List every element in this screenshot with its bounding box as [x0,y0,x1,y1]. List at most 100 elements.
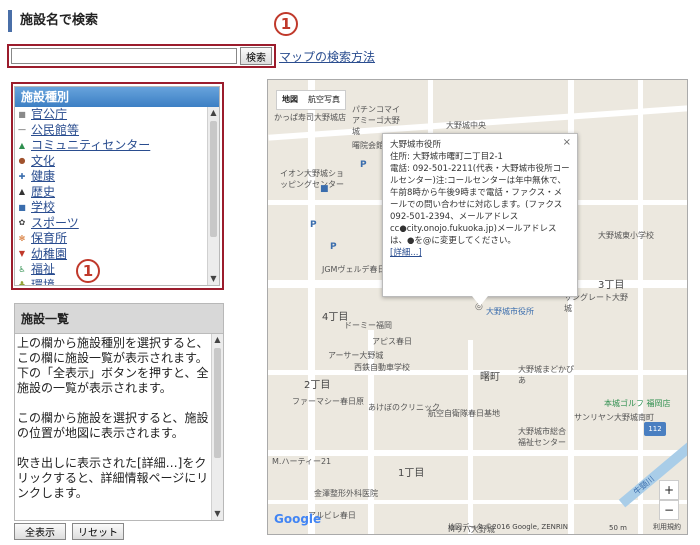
facility-type-item[interactable]: — 公民館等 [15,123,208,139]
facility-type-link[interactable]: 健康 [31,169,55,183]
facility-list-scrollbar[interactable]: ▲ ▼ [211,334,223,520]
map-label: M.ハーティー21 [272,457,332,466]
list-instruction-1: 上の欄から施設種別を選択すると、この欄に施設一覧が表示されます。下の「全表示」ボ… [17,336,209,395]
map-label: 大野城東小学校 [598,231,654,240]
health-icon: ✚ [18,171,26,181]
map-label: 西鉄自動車学校 [354,363,410,372]
map-type-satellite[interactable]: 航空写真 [303,91,345,109]
map-label: ファーマシー春日原 [292,397,364,406]
scrollbar-thumb[interactable] [210,121,217,237]
info-window: × 大野城市役所 住所: 大野城市曙町二丁目2-1 電話: 092-501-22… [382,133,578,297]
map-road [638,80,643,534]
facility-type-item[interactable]: ✻ 保育所 [15,231,208,247]
map-label: アーサー大野城 [328,351,384,360]
facility-type-link[interactable]: 学校 [31,200,55,214]
facility-type-item[interactable]: ✚ 健康 [15,169,208,185]
school-icon: ■ [18,202,26,212]
history-icon: ▲ [18,187,26,196]
welfare-icon: ♿ [18,264,26,274]
parking-icon: P [310,220,317,230]
facility-type-item[interactable]: ✿ スポーツ [15,216,208,232]
river-label: 牛頸川 [631,474,657,497]
map-label: かっぱ寿司大野城店 [274,113,346,122]
building-icon: ■ [18,109,26,119]
map-label: 2丁目 [304,380,331,391]
facility-type-item[interactable]: ▲ コミュニティセンター [15,138,208,154]
search-input[interactable] [11,48,237,64]
zoom-in-button[interactable]: + [659,480,679,500]
zoom-out-button[interactable]: − [659,500,679,520]
facility-type-item[interactable]: ▼ 幼稚園 [15,247,208,263]
facility-type-link[interactable]: スポーツ [31,216,79,230]
map-scale: 50 m [609,524,627,532]
environment-icon: ♣ [18,280,26,285]
info-window-detail-link[interactable]: [詳細...] [390,248,422,258]
facility-type-link[interactable]: 官公庁 [31,107,67,121]
google-logo: Google [274,512,321,526]
map-label: 大野城市役所 [486,307,534,316]
nursery-icon: ✻ [18,233,26,243]
map-label: アピス春日 [372,337,412,346]
facility-type-link[interactable]: 幼稚園 [31,247,67,261]
scroll-down-icon[interactable]: ▼ [208,273,219,285]
facility-list-heading: 施設一覧 [15,304,223,334]
parking-icon: P [330,242,337,252]
map-label: イオン大野城ショッピングセンター [280,169,344,189]
facility-type-panel: 施設種別 ■ 官公庁 — 公民館等 ▲ コミュニティセンター ● 文化 ✚ 健康 ▲ 歴史 ■ 学校 ✿ スポ… [14,86,220,286]
facility-type-link[interactable]: 文化 [31,154,55,168]
scroll-up-icon[interactable]: ▲ [208,107,219,119]
scrollbar-thumb[interactable] [214,348,221,458]
parking-icon: P [360,160,367,170]
map-label: 曙院会館 [352,141,384,150]
map-type-control[interactable]: 地図 航空写真 [276,90,346,110]
facility-type-item[interactable]: ■ 官公庁 [15,107,208,123]
show-all-button[interactable]: 全表示 [14,523,66,540]
facility-type-scrollbar[interactable]: ▲ ▼ [207,107,219,285]
facility-type-item[interactable]: ● 文化 [15,154,208,170]
scroll-up-icon[interactable]: ▲ [212,334,223,346]
facility-type-link[interactable]: 歴史 [31,185,55,199]
terms-link[interactable]: 利用規約 [653,522,681,532]
list-instruction-2: この欄から施設を選択すると、施設の位置が地図に表示されます。 [17,411,209,440]
facility-list-panel: 施設一覧 上の欄から施設種別を選択すると、この欄に施設一覧が表示されます。下の「… [14,303,224,521]
map-label: ドーミー福岡 [344,321,392,330]
sports-icon: ✿ [18,218,26,227]
callout-number-types: 1 [76,259,100,283]
facility-type-item[interactable]: ■ 学校 [15,200,208,216]
facility-type-link[interactable]: 公民館等 [31,123,79,137]
facility-type-link[interactable]: 保育所 [31,231,67,245]
facility-type-item[interactable]: ♣ 環境 [15,278,208,286]
facility-list-body[interactable]: 上の欄から施設種別を選択すると、この欄に施設一覧が表示されます。下の「全表示」ボ… [15,334,211,520]
search-button[interactable]: 検索 [240,47,272,65]
map-label: JGMヴェルデ春日 [322,265,386,274]
facility-type-item[interactable]: ♿ 福祉 [15,262,208,278]
map-type-map[interactable]: 地図 [277,91,303,109]
facility-type-list: ■ 官公庁 — 公民館等 ▲ コミュニティセンター ● 文化 ✚ 健康 ▲ 歴史 ■ 学校 ✿ スポーツ ✻ 保育… [15,107,208,285]
map-label: 曙町 [480,372,500,383]
reset-button[interactable]: リセット [72,523,124,540]
facility-type-heading: 施設種別 [15,87,219,107]
scroll-down-icon[interactable]: ▼ [212,508,223,520]
facility-type-link[interactable]: コミュニティセンター [31,138,150,152]
page-root: 施設名で検索 1 検索 マップの検索方法 施設種別 ■ 官公庁 — 公民館等 ▲ コミュニ… [0,0,700,545]
map-label: 4丁目 [322,312,349,323]
map-label: 金澤整形外科医院 [314,489,378,498]
map-help-link[interactable]: マップの検索方法 [279,48,375,65]
info-window-phone: 電話: 092-501-2211(代表・大野城市役所コールセンター)注:コールセ… [390,164,570,246]
map-view[interactable]: 地図 航空写真 かっぱ寿司大野城店 パチンコマイアミーゴ大野城 イオン大野城ショ… [267,79,688,535]
map-label: サンリヤン大野城南町 [574,413,654,422]
facility-type-link[interactable]: 環境 [31,278,55,286]
shopping-icon: ■ [320,184,329,194]
close-icon[interactable]: × [563,137,571,149]
facility-type-item[interactable]: ▲ 歴史 [15,185,208,201]
map-label: 本城ゴルフ 福岡店 [604,399,671,408]
map-road [268,370,687,375]
line-icon: — [18,125,26,134]
route-number-badge: 112 [644,422,666,436]
facility-type-link[interactable]: 福祉 [31,262,55,276]
map-road [468,340,473,534]
list-instruction-3: 吹き出しに表示された[詳細…]をクリックすると、詳細情報ページにリンクします。 [17,456,209,500]
callout-number-search: 1 [274,12,298,36]
map-label: 航空自衛隊春日基地 [428,409,500,418]
map-label: 3丁目 [598,280,625,291]
